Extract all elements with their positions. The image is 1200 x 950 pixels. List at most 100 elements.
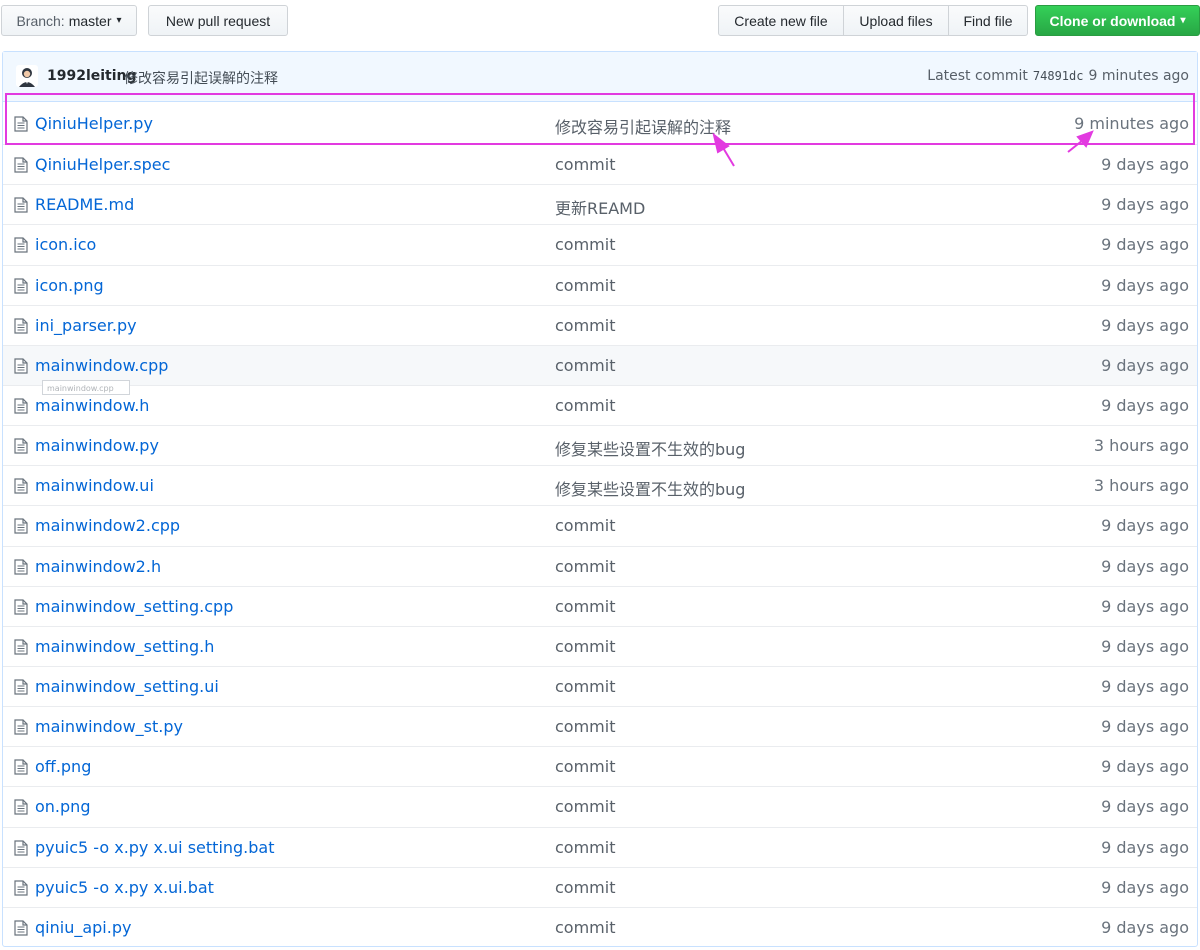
file-row[interactable]: README.md 更新REAMD 9 days ago — [3, 184, 1197, 224]
file-row[interactable]: on.png commit 9 days ago — [3, 786, 1197, 826]
file-name-link[interactable]: mainwindow2.h — [35, 557, 161, 576]
file-icon — [14, 478, 28, 494]
file-icon — [14, 197, 28, 213]
file-name-link[interactable]: QiniuHelper.py — [35, 114, 153, 133]
avatar[interactable] — [16, 65, 38, 87]
file-icon — [14, 116, 28, 132]
file-name-link[interactable]: pyuic5 -o x.py x.ui.bat — [35, 878, 214, 897]
file-row[interactable]: off.png commit 9 days ago — [3, 746, 1197, 786]
file-age: 9 days ago — [1101, 797, 1189, 817]
file-row[interactable]: qiniu_api.py commit 9 days ago — [3, 906, 1197, 947]
file-row[interactable]: mainwindow_setting.ui commit 9 days ago — [3, 665, 1197, 706]
file-age: 9 days ago — [1101, 315, 1189, 335]
file-name-link[interactable]: mainwindow_setting.cpp — [35, 597, 233, 616]
file-commit-message-link[interactable]: 修复某些设置不生效的bug — [555, 436, 745, 460]
file-name-link[interactable]: README.md — [35, 195, 134, 214]
new-pull-request-button[interactable]: New pull request — [148, 5, 288, 36]
file-row[interactable]: mainwindow.h commit 9 days ago — [3, 384, 1197, 425]
file-age: 9 days ago — [1101, 235, 1189, 255]
file-icon — [14, 719, 28, 735]
file-commit-message-link[interactable]: commit — [555, 235, 615, 254]
file-age: 9 days ago — [1101, 636, 1189, 656]
file-icon — [14, 639, 28, 655]
file-age: 9 days ago — [1101, 877, 1189, 897]
file-commit-message-link[interactable]: commit — [555, 516, 615, 535]
file-name-link[interactable]: icon.png — [35, 276, 104, 295]
file-row[interactable]: pyuic5 -o x.py x.ui setting.bat commit 9 d… — [3, 826, 1197, 867]
branch-select-button[interactable]: Branch: master ▾ — [1, 5, 137, 36]
file-name-link[interactable]: mainwindow2.cpp — [35, 516, 180, 535]
file-commit-message-link[interactable]: commit — [555, 356, 615, 375]
file-age: 9 days ago — [1101, 717, 1189, 737]
file-row[interactable]: QiniuHelper.spec commit 9 days ago — [3, 144, 1197, 184]
file-name-link[interactable]: ini_parser.py — [35, 316, 137, 335]
file-name-link[interactable]: icon.ico — [35, 235, 96, 254]
file-age: 9 days ago — [1101, 676, 1189, 696]
file-icon — [14, 518, 28, 535]
file-commit-message-link[interactable]: commit — [555, 557, 615, 576]
file-name-link[interactable]: qiniu_api.py — [35, 918, 131, 937]
commit-sha-link[interactable]: 74891dc — [1033, 69, 1084, 83]
file-commit-message-link[interactable]: commit — [555, 677, 615, 696]
find-file-button[interactable]: Find file — [948, 5, 1028, 36]
file-row[interactable]: pyuic5 -o x.py x.ui.bat commit 9 days ago — [3, 866, 1197, 907]
file-commit-message-link[interactable]: commit — [555, 838, 615, 857]
file-age: 9 days ago — [1101, 355, 1189, 375]
file-row[interactable]: mainwindow.ui 修复某些设置不生效的bug 3 hours ago — [3, 465, 1197, 505]
create-new-file-button[interactable]: Create new file — [718, 5, 844, 36]
file-icon — [14, 558, 28, 575]
file-row[interactable]: mainwindow.py 修复某些设置不生效的bug 3 hours ago — [3, 425, 1197, 465]
file-commit-message-link[interactable]: commit — [555, 155, 615, 174]
file-name-link[interactable]: mainwindow_setting.h — [35, 637, 214, 656]
file-commit-message-link[interactable]: commit — [555, 717, 615, 736]
file-commit-message-link[interactable]: commit — [555, 316, 615, 335]
file-icon — [14, 438, 28, 454]
commit-message-link[interactable]: 修改容易引起误解的注释 — [124, 68, 278, 88]
file-commit-message-link[interactable]: commit — [555, 757, 615, 776]
file-name-link[interactable]: mainwindow.py — [35, 436, 159, 455]
file-table: 1992leiting 修改容易引起误解的注释 Latest commit 74… — [2, 51, 1198, 947]
clone-or-download-button[interactable]: Clone or download ▾ — [1035, 5, 1200, 36]
file-name-link[interactable]: QiniuHelper.spec — [35, 155, 170, 174]
file-commit-message-link[interactable]: commit — [555, 276, 615, 295]
file-commit-message-link[interactable]: commit — [555, 637, 615, 656]
file-commit-message-link[interactable]: 修改容易引起误解的注释 — [555, 114, 731, 138]
file-commit-message-link[interactable]: commit — [555, 396, 615, 415]
file-row[interactable]: QiniuHelper.py 修改容易引起误解的注释 9 minutes ago — [3, 104, 1197, 144]
file-row[interactable]: mainwindow_setting.cpp commit 9 days ago — [3, 585, 1197, 626]
file-age: 3 hours ago — [1093, 476, 1189, 496]
file-row[interactable]: mainwindow2.h commit 9 days ago — [3, 545, 1197, 586]
upload-files-button[interactable]: Upload files — [843, 5, 949, 36]
file-commit-message-link[interactable]: commit — [555, 597, 615, 616]
branch-prefix: Branch: — [16, 12, 65, 29]
file-list: QiniuHelper.py 修改容易引起误解的注释 9 minutes ago Qi… — [3, 104, 1197, 947]
latest-commit-label: Latest commit — [927, 68, 1028, 84]
file-row[interactable]: mainwindow_setting.h commit 9 days ago — [3, 625, 1197, 666]
file-name-link[interactable]: mainwindow.h — [35, 396, 149, 415]
file-row[interactable]: ini_parser.py commit 9 days ago — [3, 304, 1197, 345]
file-icon — [14, 277, 28, 294]
file-name-link[interactable]: mainwindow.cpp — [35, 356, 168, 375]
file-row[interactable]: mainwindow2.cpp commit 9 days ago — [3, 505, 1197, 545]
file-age: 9 days ago — [1101, 395, 1189, 415]
file-commit-message-link[interactable]: commit — [555, 918, 615, 937]
file-row[interactable]: mainwindow_st.py commit 9 days ago — [3, 706, 1197, 746]
branch-name: master — [68, 12, 112, 29]
file-name-link[interactable]: mainwindow_st.py — [35, 717, 183, 736]
file-row[interactable]: icon.png commit 9 days ago — [3, 264, 1197, 305]
file-name-link[interactable]: mainwindow_setting.ui — [35, 677, 219, 696]
file-row[interactable]: icon.ico commit 9 days ago — [3, 224, 1197, 264]
file-commit-message-link[interactable]: 更新REAMD — [555, 195, 645, 219]
file-age: 9 days ago — [1101, 195, 1189, 215]
file-name-link[interactable]: pyuic5 -o x.py x.ui setting.bat — [35, 838, 275, 857]
file-icon — [14, 799, 28, 815]
file-name-link[interactable]: on.png — [35, 797, 90, 816]
file-commit-message-link[interactable]: commit — [555, 797, 615, 816]
commit-age: 9 minutes ago — [1088, 68, 1189, 84]
file-row[interactable]: mainwindow.cpp commit 9 days ago — [3, 344, 1197, 385]
file-name-link[interactable]: off.png — [35, 757, 91, 776]
file-name-link[interactable]: mainwindow.ui — [35, 476, 154, 495]
file-icon — [14, 880, 28, 896]
file-commit-message-link[interactable]: commit — [555, 878, 615, 897]
file-commit-message-link[interactable]: 修复某些设置不生效的bug — [555, 476, 745, 500]
